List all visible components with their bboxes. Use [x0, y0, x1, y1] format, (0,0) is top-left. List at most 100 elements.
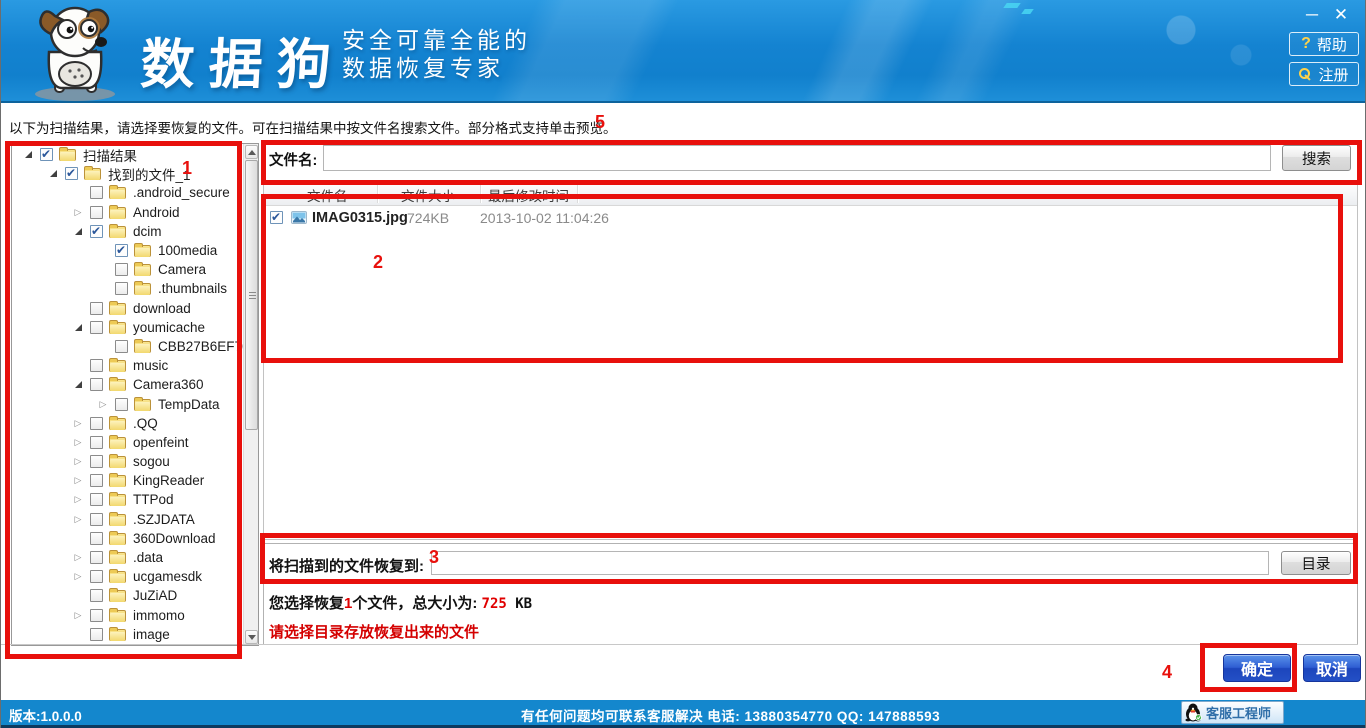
unchecked-checkbox[interactable] [90, 532, 103, 545]
tree-item-label[interactable]: Camera360 [133, 377, 204, 392]
tree-item-label[interactable]: Android [133, 205, 180, 220]
column-header-modified[interactable]: 最后修改时间 [488, 185, 569, 205]
tree-scrollbar[interactable] [243, 144, 258, 645]
scroll-down-button[interactable] [245, 630, 258, 644]
checked-checkbox[interactable] [270, 211, 283, 224]
tree-item-label[interactable]: music [133, 358, 168, 373]
tree-item-label[interactable]: download [133, 301, 191, 316]
expanded-arrow-icon[interactable] [45, 166, 61, 182]
tree-item-label[interactable]: .thumbnails [158, 281, 227, 296]
directory-button[interactable]: 目录 [1281, 551, 1351, 575]
tree-item-label[interactable]: sogou [133, 454, 170, 469]
tree-item-label[interactable]: TempData [158, 397, 220, 412]
tree-item-download[interactable]: download [12, 299, 244, 318]
unchecked-checkbox[interactable] [90, 302, 103, 315]
collapsed-arrow-icon[interactable]: ▷ [70, 607, 86, 623]
unchecked-checkbox[interactable] [90, 321, 103, 334]
help-button[interactable]: ? 帮助 [1289, 32, 1359, 56]
checked-checkbox[interactable] [65, 167, 78, 180]
tree-item-label[interactable]: image [133, 627, 170, 642]
unchecked-checkbox[interactable] [90, 206, 103, 219]
tree-item-label[interactable]: 扫描结果 [83, 145, 137, 165]
tree-item-label[interactable]: dcim [133, 224, 162, 239]
tree-item-label[interactable]: KingReader [133, 473, 204, 488]
tree-item-immomo[interactable]: ▷ immomo [12, 606, 244, 625]
collapsed-arrow-icon[interactable]: ▷ [70, 569, 86, 585]
tree-item-找到的文件_1[interactable]: 找到的文件_1 [12, 164, 244, 183]
tree-item-dcim[interactable]: dcim [12, 222, 244, 241]
customer-service-button[interactable]: 客服工程师 [1181, 701, 1284, 724]
tree-item-sogou[interactable]: ▷ sogou [12, 452, 244, 471]
unchecked-checkbox[interactable] [90, 359, 103, 372]
tree-item-.QQ[interactable]: ▷ .QQ [12, 414, 244, 433]
unchecked-checkbox[interactable] [90, 513, 103, 526]
tree-item-ucgamesdk[interactable]: ▷ ucgamesdk [12, 567, 244, 586]
checked-checkbox[interactable] [115, 244, 128, 257]
tree-item-openfeint[interactable]: ▷openfeint [12, 433, 244, 452]
unchecked-checkbox[interactable] [90, 609, 103, 622]
scrollbar-thumb[interactable] [245, 160, 258, 430]
column-header-size[interactable]: 文件大小 [401, 185, 455, 205]
tree-item-扫描结果[interactable]: 扫描结果 [12, 145, 244, 164]
unchecked-checkbox[interactable] [90, 417, 103, 430]
tree-item-label[interactable]: 100media [158, 243, 217, 258]
tree-item-Android[interactable]: ▷ Android [12, 203, 244, 222]
checked-checkbox[interactable] [90, 225, 103, 238]
unchecked-checkbox[interactable] [90, 570, 103, 583]
unchecked-checkbox[interactable] [90, 474, 103, 487]
tree-item-100media[interactable]: 100media [12, 241, 244, 260]
expanded-arrow-icon[interactable] [70, 377, 86, 393]
expanded-arrow-icon[interactable] [70, 223, 86, 239]
tree-item-360Download[interactable]: 360Download [12, 529, 244, 548]
unchecked-checkbox[interactable] [90, 436, 103, 449]
tree-item-.thumbnails[interactable]: .thumbnails [12, 279, 244, 298]
tree-item-TTPod[interactable]: ▷ TTPod [12, 490, 244, 509]
recover-path-input[interactable] [431, 551, 1269, 575]
tree-item-label[interactable]: .android_secure [133, 185, 230, 200]
column-header-name[interactable]: 文件名 [307, 185, 348, 205]
filename-search-input[interactable] [323, 145, 1271, 171]
unchecked-checkbox[interactable] [90, 628, 103, 641]
unchecked-checkbox[interactable] [115, 340, 128, 353]
tree-item-.SZJDATA[interactable]: ▷ .SZJDATA [12, 510, 244, 529]
collapsed-arrow-icon[interactable]: ▷ [70, 454, 86, 470]
tree-item-label[interactable]: 找到的文件_1 [108, 164, 191, 184]
unchecked-checkbox[interactable] [90, 378, 103, 391]
unchecked-checkbox[interactable] [90, 493, 103, 506]
tree-item-CBB27B6EF764...[interactable]: CBB27B6EF764... [12, 337, 244, 356]
collapsed-arrow-icon[interactable]: ▷ [70, 550, 86, 566]
tree-item-label[interactable]: .QQ [133, 416, 158, 431]
collapsed-arrow-icon[interactable]: ▷ [70, 204, 86, 220]
expanded-arrow-icon[interactable] [20, 147, 36, 163]
tree-item-TempData[interactable]: ▷ TempData [12, 394, 244, 413]
tree-item-label[interactable]: openfeint [133, 435, 189, 450]
tree-item-Camera[interactable]: Camera [12, 260, 244, 279]
collapsed-arrow-icon[interactable]: ▷ [70, 492, 86, 508]
unchecked-checkbox[interactable] [90, 455, 103, 468]
file-name[interactable]: IMAG0315.jpg [312, 210, 408, 226]
collapsed-arrow-icon[interactable]: ▷ [95, 396, 111, 412]
collapsed-arrow-icon[interactable]: ▷ [70, 511, 86, 527]
collapsed-arrow-icon[interactable]: ▷ [70, 473, 86, 489]
tree-item-label[interactable]: ucgamesdk [133, 569, 202, 584]
file-row-IMAG0315.jpg[interactable]: IMAG0315.jpg724KB2013-10-02 11:04:26 [264, 207, 1357, 231]
tree-item-label[interactable]: TTPod [133, 492, 174, 507]
tree-item-.android_secure[interactable]: .android_secure [12, 183, 244, 202]
minimize-button[interactable]: ─ [1301, 5, 1323, 25]
tree-item-label[interactable]: 360Download [133, 531, 216, 546]
tree-item-JuZiAD[interactable]: JuZiAD [12, 586, 244, 605]
tree-item-label[interactable]: Camera [158, 262, 206, 277]
unchecked-checkbox[interactable] [115, 398, 128, 411]
tree-item-KingReader[interactable]: ▷ KingReader [12, 471, 244, 490]
tree-item-Camera360[interactable]: Camera360 [12, 375, 244, 394]
tree-item-image[interactable]: image [12, 625, 244, 644]
expanded-arrow-icon[interactable] [70, 319, 86, 335]
unchecked-checkbox[interactable] [90, 589, 103, 602]
collapsed-arrow-icon[interactable]: ▷ [70, 415, 86, 431]
register-button[interactable]: 注册 [1289, 62, 1359, 86]
tree-item-label[interactable]: .SZJDATA [133, 512, 195, 527]
tree-item-label[interactable]: immomo [133, 608, 185, 623]
tree-item-label[interactable]: .data [133, 550, 163, 565]
search-button[interactable]: 搜索 [1282, 145, 1351, 171]
tree-item-label[interactable]: youmicache [133, 320, 205, 335]
